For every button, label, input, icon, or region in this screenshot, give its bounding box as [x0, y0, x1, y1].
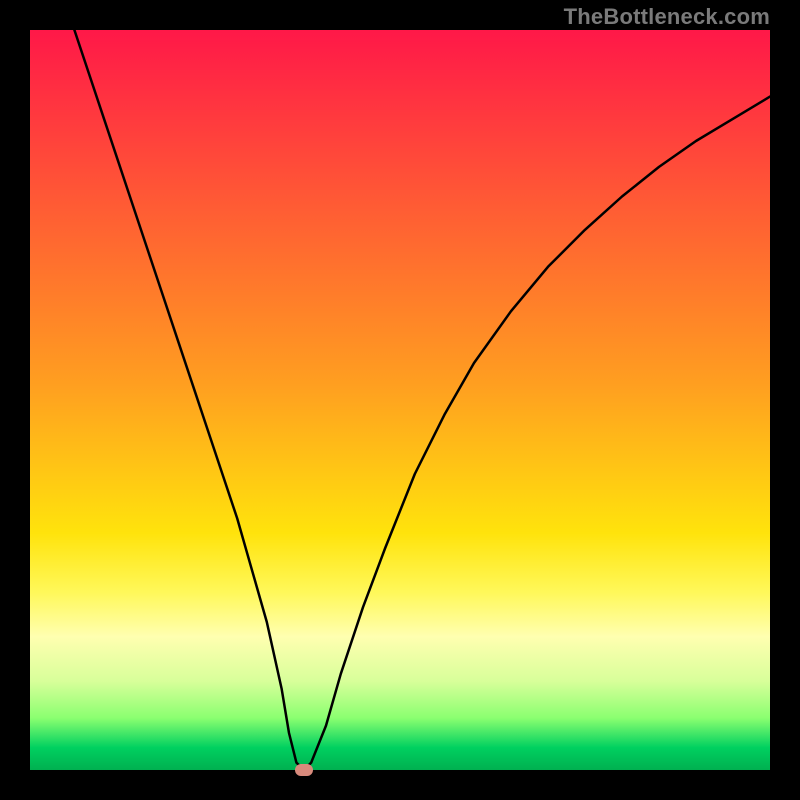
optimal-point-marker [295, 764, 313, 776]
attribution-label: TheBottleneck.com [564, 4, 770, 30]
chart-frame: TheBottleneck.com [0, 0, 800, 800]
bottleneck-curve [30, 30, 770, 770]
plot-area [30, 30, 770, 770]
